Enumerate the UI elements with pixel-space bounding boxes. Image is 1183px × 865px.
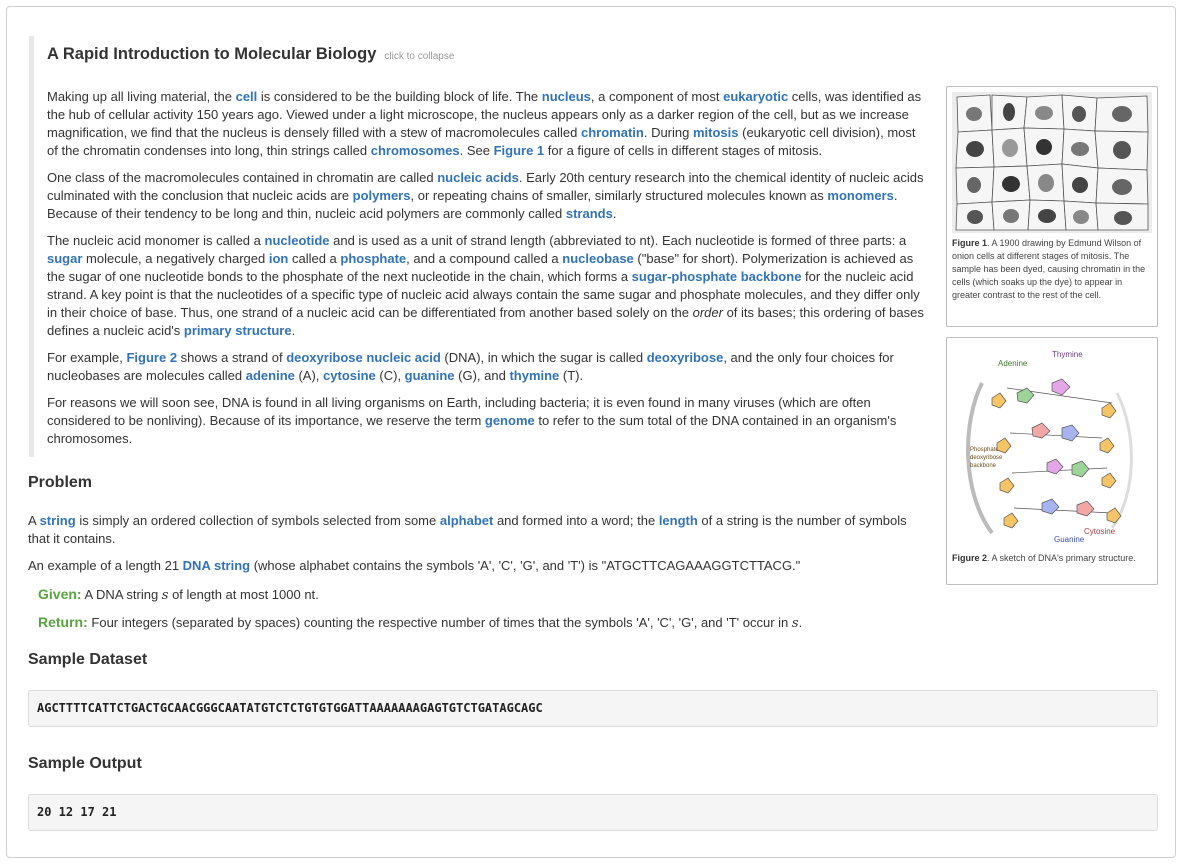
link-dna-string[interactable]: DNA string (183, 558, 250, 573)
figure-2: Thymine Adenine Phosphate- deoxyribose b… (946, 337, 1158, 585)
link-nucleobase[interactable]: nucleobase (562, 251, 634, 266)
link-deoxyribose[interactable]: deoxyribose (647, 350, 724, 365)
link-sugar[interactable]: sugar (47, 251, 82, 266)
onion-cells-drawing[interactable] (952, 92, 1152, 233)
var-s: s (791, 616, 799, 631)
link-figure-1[interactable]: Figure 1 (494, 143, 545, 158)
link-nucleus[interactable]: nucleus (542, 89, 591, 104)
svg-text:Phosphate-: Phosphate- (970, 447, 1001, 453)
link-polymers[interactable]: polymers (353, 188, 411, 203)
problem-paragraph-1: A string is simply an ordered collection… (28, 513, 907, 546)
intro-title[interactable]: A Rapid Introduction to Molecular Biolog… (47, 36, 929, 71)
link-mitosis[interactable]: mitosis (693, 125, 739, 140)
intro-section: A Rapid Introduction to Molecular Biolog… (29, 36, 929, 457)
link-strands[interactable]: strands (566, 206, 613, 221)
return-label: Return: (38, 614, 88, 630)
sample-dataset-box[interactable]: AGCTTTTCATTCTGACTGCAACGGGCAATATGTCTCTGTG… (28, 690, 1158, 727)
intro-paragraph-2: One class of the macromolecules containe… (47, 170, 924, 221)
link-guanine[interactable]: guanine (405, 368, 455, 383)
link-ion[interactable]: ion (269, 251, 289, 266)
link-chromosomes[interactable]: chromosomes (371, 143, 460, 158)
link-eukaryotic[interactable]: eukaryotic (723, 89, 788, 104)
svg-text:Adenine: Adenine (998, 359, 1028, 368)
sample-dataset-heading: Sample Dataset (28, 651, 148, 668)
link-phosphate[interactable]: phosphate (340, 251, 406, 266)
problem-paragraph-2: An example of a length 21 DNA string (wh… (28, 558, 801, 573)
figure-1: Figure 1. A 1900 drawing by Edmund Wilso… (946, 86, 1158, 327)
dna-structure-sketch[interactable]: Thymine Adenine Phosphate- deoxyribose b… (952, 343, 1152, 548)
link-cell[interactable]: cell (236, 89, 258, 104)
link-monomers[interactable]: monomers (827, 188, 893, 203)
sample-output-box[interactable]: 20 12 17 21 (28, 794, 1158, 831)
link-dna[interactable]: deoxyribose nucleic acid (286, 350, 441, 365)
svg-text:deoxyribose: deoxyribose (970, 455, 1003, 461)
link-cytosine[interactable]: cytosine (323, 368, 376, 383)
link-genome[interactable]: genome (485, 413, 535, 428)
given-label: Given: (38, 586, 82, 602)
link-chromatin[interactable]: chromatin (581, 125, 644, 140)
collapse-link[interactable]: click to collapse (384, 51, 454, 62)
intro-paragraph-1: Making up all living material, the cell … (47, 89, 922, 158)
problem-heading: Problem (28, 474, 93, 491)
svg-text:Thymine: Thymine (1052, 350, 1083, 359)
svg-text:Guanine: Guanine (1054, 535, 1085, 544)
given-line: Given: A DNA string s of length at most … (38, 586, 319, 603)
link-sugar-phosphate-backbone[interactable]: sugar-phosphate backbone (632, 269, 802, 284)
intro-paragraph-3: The nucleic acid monomer is called a nuc… (47, 233, 924, 338)
link-adenine[interactable]: adenine (246, 368, 295, 383)
link-primary-structure[interactable]: primary structure (184, 323, 292, 338)
link-figure-2[interactable]: Figure 2 (126, 350, 177, 365)
intro-paragraph-4: For example, Figure 2 shows a strand of … (47, 350, 894, 383)
link-length[interactable]: length (659, 513, 698, 528)
link-string[interactable]: string (40, 513, 76, 528)
svg-text:backbone: backbone (970, 463, 997, 469)
intro-paragraph-5: For reasons we will soon see, DNA is fou… (47, 395, 897, 446)
sample-output-heading: Sample Output (28, 755, 142, 772)
link-thymine[interactable]: thymine (509, 368, 559, 383)
svg-text:Cytosine: Cytosine (1084, 527, 1116, 536)
figure-1-caption: Figure 1. A 1900 drawing by Edmund Wilso… (952, 238, 1146, 300)
link-alphabet[interactable]: alphabet (440, 513, 493, 528)
figure-2-caption: Figure 2. A sketch of DNA's primary stru… (952, 553, 1136, 563)
return-line: Return: Four integers (separated by spac… (38, 614, 803, 631)
link-nucleotide[interactable]: nucleotide (265, 233, 330, 248)
link-nucleic-acids[interactable]: nucleic acids (437, 170, 519, 185)
